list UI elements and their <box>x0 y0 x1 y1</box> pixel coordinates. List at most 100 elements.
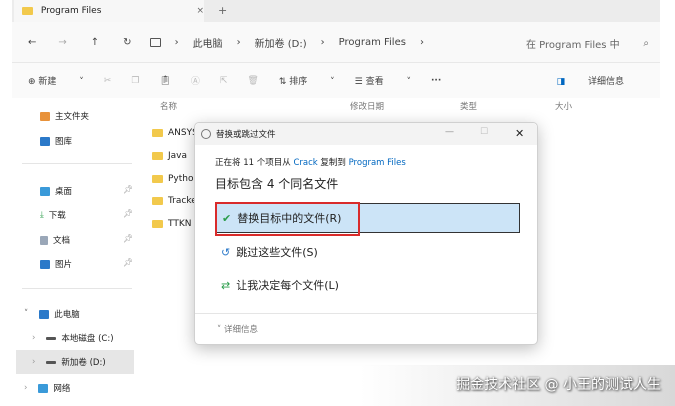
paste-icon[interactable]: 📋︎ <box>159 76 170 86</box>
sidebar-item-home[interactable]: 主文件夹 <box>40 110 89 122</box>
sidebar-item-d-drive[interactable]: › 新加卷 (D:) <box>16 350 134 374</box>
file-name: TTKN <box>168 219 192 229</box>
sidebar-item-network[interactable]: › 网络 <box>24 382 70 394</box>
pin-icon[interactable]: 📌︎ <box>123 234 133 243</box>
search-icon: ⌕ <box>643 37 649 49</box>
details-pane-button[interactable]: ◨ 详细信息 <box>557 74 644 87</box>
sidebar-item-gallery[interactable]: 图库 <box>40 135 72 147</box>
sidebar-item-pictures[interactable]: 图片 <box>40 258 72 270</box>
folder-icon <box>152 197 163 205</box>
sort-button[interactable]: ⇅ 排序 ˅ <box>279 74 335 87</box>
cut-icon[interactable]: ✂ <box>104 76 112 86</box>
compare-icon: ⇄ <box>221 278 231 292</box>
more-details-toggle[interactable]: ˅ 详细信息 <box>217 323 258 335</box>
file-row[interactable]: ANSYS <box>152 128 198 138</box>
folder-icon <box>152 152 163 160</box>
sidebar-item-thispc[interactable]: ˅ 此电脑 <box>24 308 80 320</box>
sort-label: 排序 <box>289 77 308 87</box>
file-name: Java <box>168 151 188 161</box>
file-row[interactable]: Pytho <box>152 174 194 184</box>
column-type[interactable]: 类型 <box>460 100 477 112</box>
file-row[interactable]: Tracke <box>152 196 197 206</box>
sidebar-item-desktop[interactable]: 桌面 <box>40 185 72 197</box>
file-name: Pytho <box>168 174 194 184</box>
breadcrumb-item[interactable]: 此电脑 <box>193 35 223 50</box>
command-bar: ⊕ 新建 ˅ ✂ ❐ 📋︎ Ⓐ ⇱ 🗑︎ ⇅ 排序 ˅ ☰ 查看 ˅ ··· ◨… <box>12 62 660 98</box>
dialog-title: 替换或跳过文件 <box>216 130 276 140</box>
document-icon <box>40 235 48 245</box>
details-label: 详细信息 <box>223 325 258 335</box>
source-link[interactable]: Crack <box>293 158 317 168</box>
label: 桌面 <box>55 187 73 197</box>
column-date[interactable]: 修改日期 <box>350 100 384 112</box>
maximize-button[interactable]: ☐ <box>480 127 488 137</box>
separator-icon: › <box>320 36 325 48</box>
gallery-icon <box>40 136 50 146</box>
separator-icon: › <box>419 36 424 48</box>
new-button[interactable]: ⊕ 新建 ˅ <box>28 74 84 87</box>
sidebar-item-downloads[interactable]: ⤓ 下载 <box>40 209 66 221</box>
tab-close-button[interactable]: × <box>196 6 204 16</box>
close-button[interactable]: ✕ <box>515 127 524 140</box>
drive-icon <box>46 360 57 364</box>
replace-or-skip-dialog: 替换或跳过文件 — ☐ ✕ 正在将 11 个项目从 Crack 复制到 Prog… <box>194 122 538 345</box>
option-label: 让我决定每个文件(L) <box>236 279 339 292</box>
dialog-heading: 目标包含 4 个同名文件 <box>215 177 339 191</box>
label: 网络 <box>53 384 71 394</box>
file-row[interactable]: Java <box>152 151 187 161</box>
new-label: 新建 <box>38 77 57 87</box>
chevron-down-icon[interactable]: ˅ <box>24 309 28 319</box>
chevron-right-icon[interactable]: › <box>32 357 35 367</box>
drive-icon <box>46 336 57 340</box>
label: 本地磁盘 (C:) <box>61 334 114 344</box>
desktop-icon <box>40 186 50 196</box>
minimize-button[interactable]: — <box>445 127 454 137</box>
sidebar-item-documents[interactable]: 文档 <box>40 234 70 246</box>
chevron-right-icon[interactable]: › <box>32 333 35 343</box>
search-input[interactable]: 在 Program Files 中 ⌕ <box>520 30 655 56</box>
download-icon: ⤓ <box>40 210 44 220</box>
pin-icon[interactable]: 📌︎ <box>123 185 133 194</box>
search-placeholder: 在 Program Files 中 <box>526 39 620 51</box>
new-tab-button[interactable]: + <box>218 4 227 17</box>
pin-icon[interactable]: 📌︎ <box>123 258 133 267</box>
divider <box>195 313 537 314</box>
sidebar-item-c-drive[interactable]: › 本地磁盘 (C:) <box>32 332 114 344</box>
folder-icon <box>152 175 163 183</box>
pictures-icon <box>40 259 50 269</box>
status-text: 复制到 <box>317 158 349 168</box>
breadcrumb-item[interactable]: 新加卷 (D:) <box>255 35 307 50</box>
column-name[interactable]: 名称 <box>160 100 177 112</box>
divider <box>22 288 132 289</box>
delete-icon[interactable]: 🗑︎ <box>247 76 258 86</box>
tab-program-files[interactable]: Program Files × <box>14 0 204 22</box>
file-row[interactable]: TTKN <box>152 219 191 229</box>
folder-icon <box>152 220 163 228</box>
label: 图片 <box>55 260 73 270</box>
column-size[interactable]: 大小 <box>555 100 572 112</box>
folder-icon <box>22 7 33 15</box>
breadcrumb-item[interactable]: Program Files <box>339 37 406 48</box>
decide-each-option[interactable]: ⇄ 让我决定每个文件(L) <box>215 270 520 300</box>
file-name: Tracke <box>168 196 197 206</box>
highlight-box <box>215 202 360 236</box>
pin-icon[interactable]: 📌︎ <box>123 209 133 218</box>
up-button[interactable]: ↑ <box>91 37 99 48</box>
rename-icon[interactable]: Ⓐ <box>191 74 200 87</box>
computer-icon <box>149 37 161 47</box>
chevron-right-icon[interactable]: › <box>24 383 27 393</box>
forward-button[interactable]: → <box>58 37 66 48</box>
label: 此电脑 <box>54 310 80 320</box>
back-button[interactable]: ← <box>28 37 36 48</box>
share-icon[interactable]: ⇱ <box>220 76 228 86</box>
network-icon <box>38 383 49 393</box>
destination-link[interactable]: Program Files <box>349 158 406 168</box>
view-button[interactable]: ☰ 查看 ˅ <box>355 74 411 87</box>
refresh-button[interactable]: ↻ <box>123 37 131 48</box>
label: 新加卷 (D:) <box>61 358 106 368</box>
separator-icon: › <box>236 36 241 48</box>
label: 下载 <box>48 211 66 221</box>
copy-icon[interactable]: ❐ <box>131 76 139 86</box>
more-button[interactable]: ··· <box>431 76 441 86</box>
skip-files-option[interactable]: ↺ 跳过这些文件(S) <box>215 237 520 267</box>
